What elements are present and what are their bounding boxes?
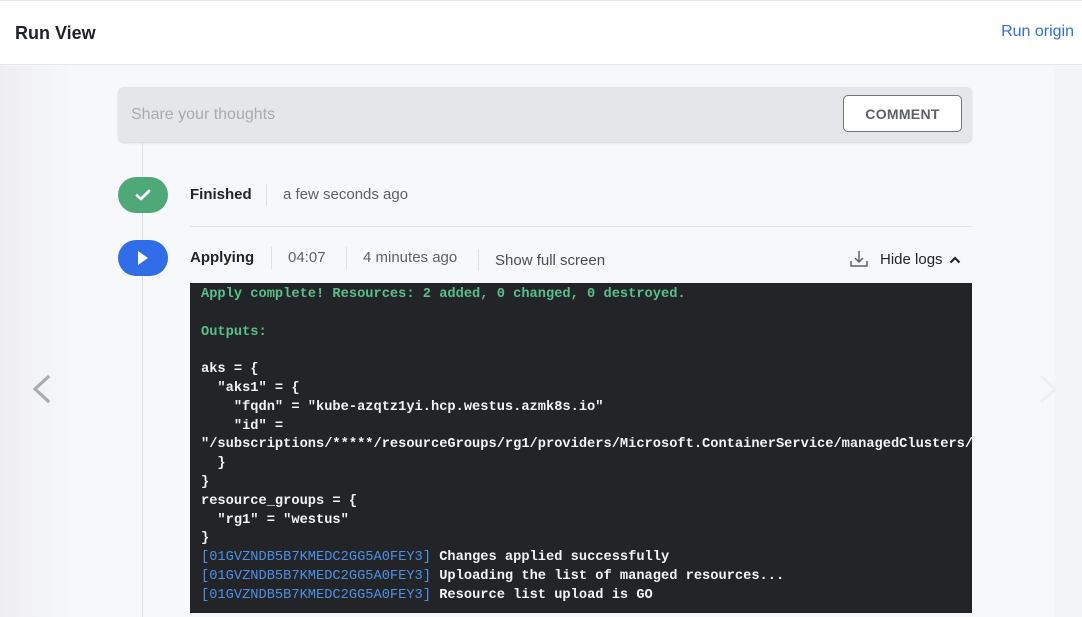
- log-line: resource_groups = {: [201, 493, 972, 512]
- log-output: Apply complete! Resources: 2 added, 0 ch…: [190, 283, 972, 613]
- log-text: }: [201, 531, 210, 547]
- separator: [346, 247, 347, 269]
- separator: [478, 249, 479, 271]
- play-icon: [138, 251, 148, 265]
- separator: [266, 184, 267, 206]
- download-icon: [850, 251, 868, 267]
- log-run-id-tag: [01GVZNDB5B7KMEDC2GG5A0FEY3]: [201, 587, 431, 603]
- applying-duration: 04:07: [288, 249, 326, 266]
- hide-logs-label: Hide logs: [880, 251, 943, 268]
- log-message: Changes applied successfully: [431, 550, 670, 566]
- applying-status-badge: [118, 240, 168, 276]
- log-text: "fqdn" = "kube-azqtz1yi.hcp.westus.azmk8…: [201, 399, 604, 415]
- previous-run-button[interactable]: [28, 372, 56, 406]
- applying-status-label: Applying: [190, 249, 255, 266]
- log-line: Outputs:: [201, 324, 972, 343]
- log-text: aks = {: [201, 362, 259, 378]
- log-text: "id" =: [201, 418, 284, 434]
- log-line: }: [201, 455, 972, 474]
- page-title: Run View: [15, 23, 96, 43]
- log-line: }: [201, 530, 972, 549]
- check-icon: [135, 189, 151, 201]
- chevron-up-icon: [949, 255, 960, 263]
- chevron-right-icon: [1039, 374, 1058, 404]
- log-run-id-tag: [01GVZNDB5B7KMEDC2GG5A0FEY3]: [201, 568, 431, 584]
- top-bar: Run View Run origin: [0, 0, 1082, 65]
- log-text: Apply complete! Resources: 2 added, 0 ch…: [201, 287, 686, 302]
- log-text: }: [201, 474, 210, 490]
- log-line: }: [201, 474, 972, 493]
- log-line: aks = {: [201, 361, 972, 380]
- next-run-button[interactable]: [1034, 372, 1062, 406]
- log-line: "aks1" = {: [201, 380, 972, 399]
- log-line: [01GVZNDB5B7KMEDC2GG5A0FEY3] Resource li…: [201, 587, 972, 606]
- finished-time-ago: a few seconds ago: [283, 186, 409, 203]
- timeline-line: [142, 142, 143, 617]
- applying-time-ago: 4 minutes ago: [363, 249, 458, 266]
- comment-input[interactable]: [118, 87, 838, 142]
- log-line: [01GVZNDB5B7KMEDC2GG5A0FEY3] Uploading t…: [201, 568, 972, 587]
- hide-logs-button[interactable]: Hide logs: [880, 251, 961, 268]
- comment-box: COMMENT: [118, 87, 972, 142]
- log-line: "fqdn" = "kube-azqtz1yi.hcp.westus.azmk8…: [201, 399, 972, 418]
- log-message: Uploading the list of managed resources.…: [431, 568, 785, 584]
- log-run-id-tag: [01GVZNDB5B7KMEDC2GG5A0FEY3]: [201, 550, 431, 566]
- separator: [271, 247, 272, 269]
- log-line: "/subscriptions/*****/resourceGroups/rg1…: [201, 436, 972, 455]
- log-line: Apply complete! Resources: 2 added, 0 ch…: [201, 286, 972, 305]
- log-text: }: [201, 456, 226, 472]
- log-text: "rg1" = "westus": [201, 512, 349, 528]
- log-line: "rg1" = "westus": [201, 512, 972, 531]
- show-full-screen-button[interactable]: Show full screen: [495, 252, 605, 269]
- log-text: "/subscriptions/*****/resourceGroups/rg1…: [201, 437, 972, 453]
- log-text: "aks1" = {: [201, 380, 300, 396]
- download-logs-button[interactable]: [849, 250, 869, 268]
- log-line: "id" =: [201, 418, 972, 437]
- previous-run-panel: [0, 66, 72, 617]
- row-divider: [190, 226, 972, 227]
- next-run-panel: [1054, 66, 1082, 617]
- log-text: resource_groups = {: [201, 493, 358, 509]
- run-origin-link[interactable]: Run origin: [1001, 23, 1074, 41]
- log-message: Resource list upload is GO: [431, 587, 653, 603]
- log-text: Outputs:: [201, 324, 267, 340]
- finished-status-label: Finished: [190, 186, 252, 203]
- finished-status-badge: [118, 177, 168, 213]
- comment-button[interactable]: COMMENT: [843, 95, 962, 132]
- log-line: [01GVZNDB5B7KMEDC2GG5A0FEY3] Changes app…: [201, 549, 972, 568]
- chevron-left-icon: [32, 374, 51, 404]
